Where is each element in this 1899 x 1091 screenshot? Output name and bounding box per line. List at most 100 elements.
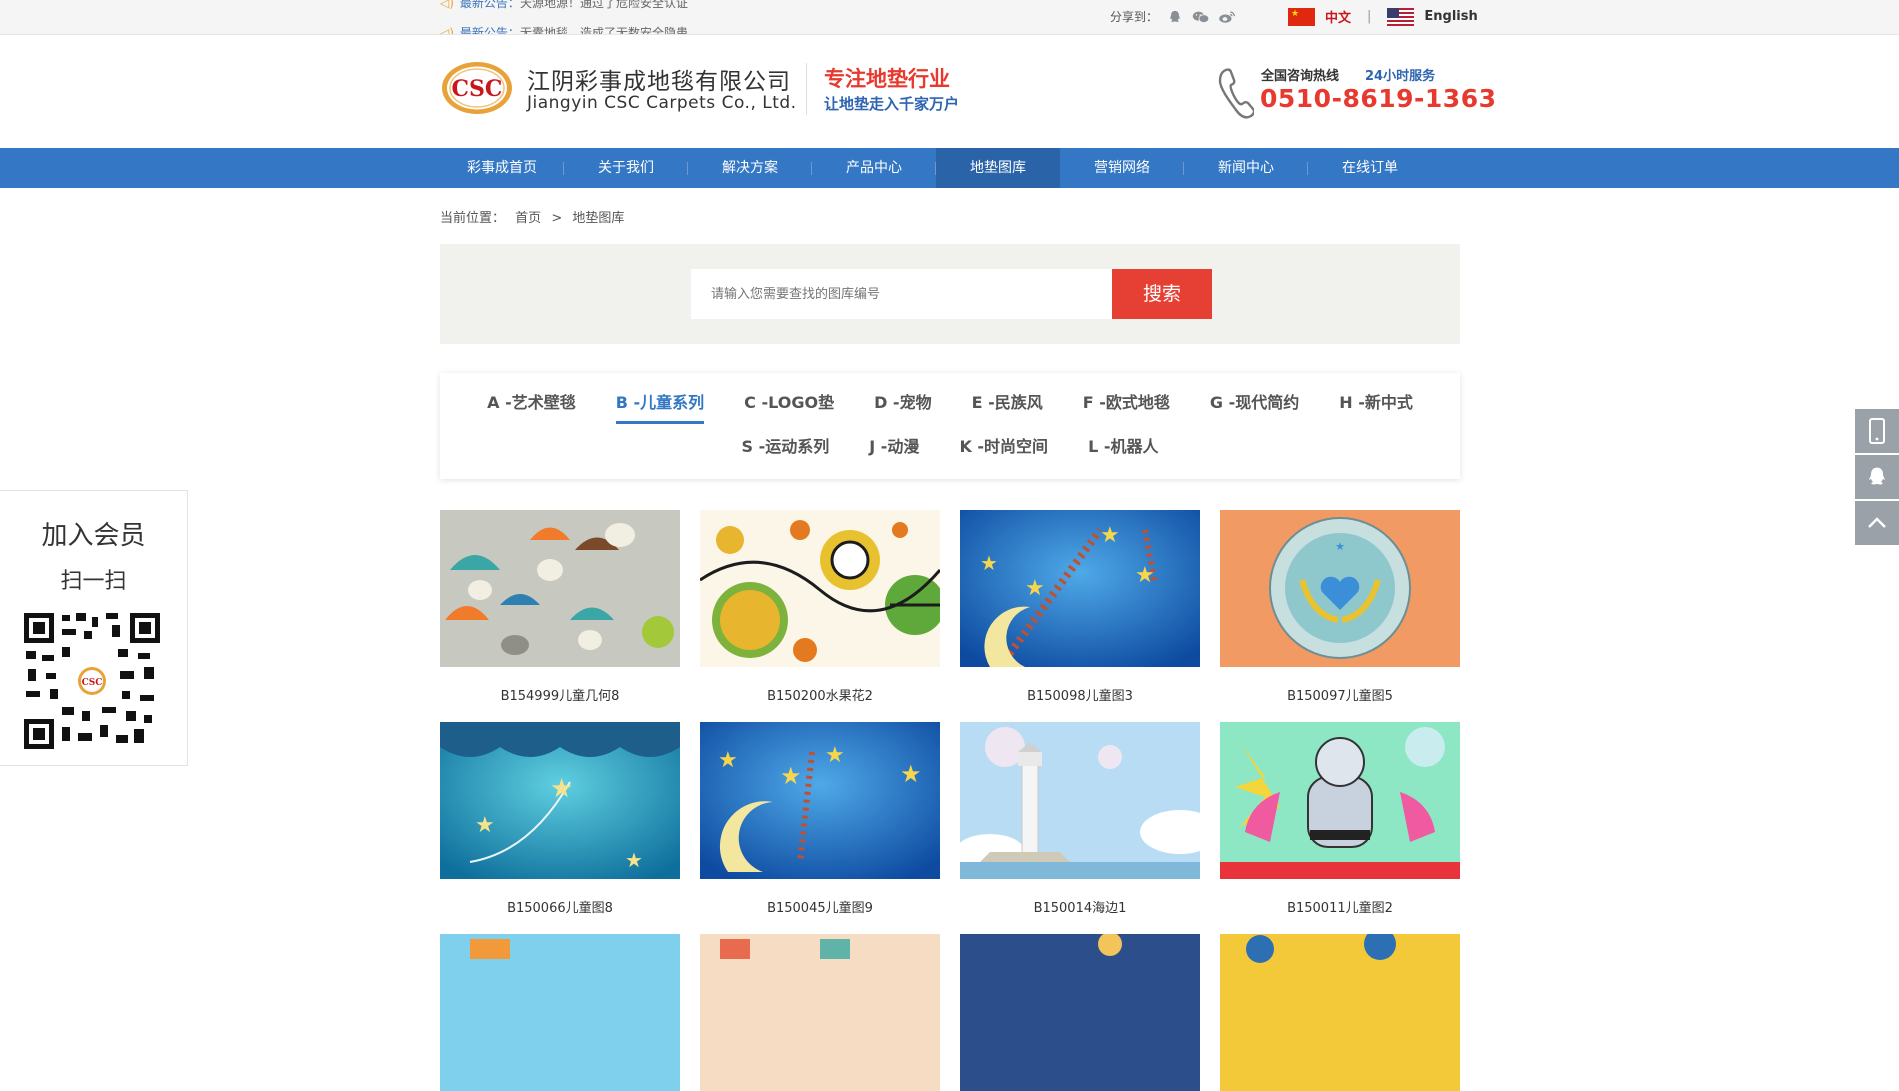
category-tab-h[interactable]: H -新中式 [1339,389,1413,424]
nav-item-label: 在线订单 [1342,160,1398,176]
hotline-24h: 24小时服务 [1365,69,1436,84]
svg-text:★: ★ [900,760,922,788]
product-card[interactable]: B150014海边1 [960,722,1200,916]
product-caption[interactable]: B150066儿童图8 [440,897,680,916]
product-card[interactable]: B154999儿童几何8 [440,510,680,704]
category-tab-c[interactable]: C -LOGO垫 [744,389,834,424]
category-row: A -艺术壁毯 B -儿童系列 C -LOGO垫 D -宠物 E -民族风 F … [440,389,1460,424]
nav-item-label: 地垫图库 [970,160,1026,176]
nav-item-home[interactable]: 彩事成首页 [440,148,564,188]
category-tab-k[interactable]: K -时尚空间 [959,433,1048,465]
product-card[interactable]: B150011儿童图2 [1220,722,1460,916]
weibo-icon[interactable] [1218,10,1236,24]
nav-item-label: 产品中心 [846,160,902,176]
breadcrumb: 当前位置： 首页 > 地垫图库 [440,207,630,226]
product-card[interactable] [1220,934,1460,1091]
nav-item-order[interactable]: 在线订单 [1308,148,1432,188]
product-card[interactable] [700,934,940,1091]
product-card[interactable]: ★ ★ ★ B150066儿童图8 [440,722,680,916]
category-tab-d[interactable]: D -宠物 [874,389,932,424]
product-thumbnail[interactable] [960,722,1200,879]
product-thumbnail[interactable]: ★ ★ ★ ★ [960,510,1200,667]
product-caption[interactable]: B150200水果花2 [700,685,940,704]
nav-item-label: 解决方案 [722,160,778,176]
notice-item[interactable]: ◁) 最新公告：无囊地毯，造成了无数安全隐患 [440,24,688,34]
nav-item-products[interactable]: 产品中心 [812,148,936,188]
product-thumbnail[interactable]: ★ ★ ★ ★ [700,722,940,879]
product-thumbnail[interactable] [440,510,680,667]
product-thumbnail[interactable] [1220,934,1460,1091]
mobile-site-button[interactable] [1855,409,1899,453]
product-thumbnail[interactable] [440,934,680,1091]
product-caption[interactable]: B150011儿童图2 [1220,897,1460,916]
svg-text:★: ★ [550,774,573,804]
svg-text:★: ★ [980,551,998,575]
notice-item[interactable]: ◁) 最新公告：天源地源！通过了危险安全认证 [440,0,688,11]
category-tab-a[interactable]: A -艺术壁毯 [487,389,576,424]
qq-icon[interactable] [1166,10,1184,24]
nav-item-marketing[interactable]: 营销网络 [1060,148,1184,188]
product-card[interactable] [960,934,1200,1091]
category-tab-s[interactable]: S -运动系列 [742,433,830,465]
lang-english-link[interactable]: English [1424,9,1477,24]
us-flag-icon[interactable] [1387,7,1415,26]
back-to-top-button[interactable] [1855,501,1899,545]
qq-contact-button[interactable] [1855,455,1899,499]
hotline-number[interactable]: 0510-8619-1363 [1260,84,1497,113]
product-caption[interactable]: B150045儿童图9 [700,897,940,916]
qq-icon [1869,467,1885,485]
nav-item-about[interactable]: 关于我们 [564,148,688,188]
product-thumbnail[interactable] [1220,722,1460,879]
lang-chinese-link[interactable]: 中文 [1325,7,1351,26]
svg-text:★: ★ [825,743,845,768]
product-card[interactable]: ★ ★ ★ ★ B150045儿童图9 [700,722,940,916]
member-qr-panel: 加入会员 扫一扫 CSC [0,490,188,766]
search-button[interactable]: 搜索 [1112,269,1212,319]
category-tab-f[interactable]: F -欧式地毯 [1083,389,1170,424]
main-nav: 彩事成首页 关于我们 解决方案 产品中心 地垫图库 营销网络 新闻中心 在线订单 [0,148,1899,188]
product-thumbnail[interactable]: ★ [1220,510,1460,667]
product-thumbnail[interactable] [700,510,940,667]
company-name-en: Jiangyin CSC Carpets Co., Ltd. [527,93,797,113]
nav-item-news[interactable]: 新闻中心 [1184,148,1308,188]
product-card[interactable]: ★ ★ ★ ★ B150098儿童图3 [960,510,1200,704]
product-card[interactable]: ★ B150097儿童图5 [1220,510,1460,704]
product-card[interactable]: B150200水果花2 [700,510,940,704]
breadcrumb-home-link[interactable]: 首页 [515,211,541,226]
company-name-cn: 江阴彩事成地毯有限公司 [527,69,791,95]
top-bar: ◁) 最新公告：天源地源！通过了危险安全认证 ◁) 最新公告：无囊地毯，造成了无数安… [0,0,1899,35]
site-header: CSC 江阴彩事成地毯有限公司 Jiangyin CSC Carpets Co.… [0,35,1899,148]
wechat-icon[interactable] [1192,10,1210,24]
svg-text:★: ★ [1135,563,1155,588]
product-caption[interactable]: B154999儿童几何8 [440,685,680,704]
company-logo[interactable]: CSC [440,60,514,116]
nav-item-label: 关于我们 [598,160,654,176]
nav-item-gallery[interactable]: 地垫图库 [936,148,1060,188]
gallery-search-input[interactable] [691,269,1121,319]
category-tab-b[interactable]: B -儿童系列 [615,389,705,424]
breadcrumb-current[interactable]: 地垫图库 [572,211,624,226]
member-subtitle: 扫一扫 [60,569,127,594]
phone-icon [1218,68,1254,119]
lang-separator: | [1367,9,1372,24]
product-caption[interactable]: B150014海边1 [960,897,1200,916]
category-tab-l[interactable]: L -机器人 [1088,433,1158,465]
product-thumbnail[interactable]: ★ ★ ★ [440,722,680,879]
nav-items: 彩事成首页 关于我们 解决方案 产品中心 地垫图库 营销网络 新闻中心 在线订单 [440,148,1432,188]
product-thumbnail[interactable] [960,934,1200,1091]
product-thumbnail[interactable] [700,934,940,1091]
qr-logo-text: CSC [82,678,103,688]
product-card[interactable] [440,934,680,1091]
slogan-main: 专注地垫行业 [824,66,950,91]
slogan-sub: 让地垫走入千家万户 [824,95,960,113]
category-tab-j[interactable]: J -动漫 [869,433,919,465]
share-label: 分享到： [1110,10,1159,24]
category-tab-g[interactable]: G -现代简约 [1210,389,1299,424]
product-caption[interactable]: B150098儿童图3 [960,685,1200,704]
qr-code: CSC [22,611,162,751]
hotline-label: 全国咨询热线 [1261,69,1340,84]
product-caption[interactable]: B150097儿童图5 [1220,685,1460,704]
category-tab-e[interactable]: E -民族风 [972,389,1043,424]
china-flag-icon[interactable] [1288,7,1315,26]
nav-item-solutions[interactable]: 解决方案 [688,148,812,188]
